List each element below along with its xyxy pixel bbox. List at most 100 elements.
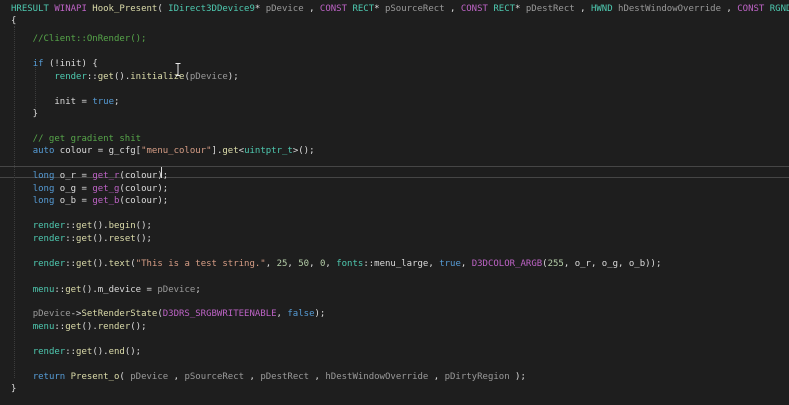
code-token: =: [141, 285, 158, 295]
code-token: (: [157, 4, 169, 14]
code-token: >();: [292, 146, 315, 156]
code-line[interactable]: if (!init) {: [11, 58, 98, 70]
code-line[interactable]: long o_b = get_b(colour);: [11, 195, 169, 207]
code-token: get: [76, 259, 93, 269]
code-line[interactable]: pDevice->SetRenderState(D3DRS_SRGBWRITEE…: [11, 308, 326, 320]
code-token: menu_large: [374, 259, 429, 269]
code-token: ,: [460, 259, 472, 269]
code-token: get_b: [92, 196, 120, 206]
code-token: ,: [444, 4, 461, 14]
code-token: "This is a test string.": [135, 259, 266, 269]
code-line[interactable]: long o_r = get_r(colour);: [11, 170, 169, 182]
code-token: long: [32, 196, 55, 206]
code-token: g_cfg: [108, 146, 136, 156]
code-line[interactable]: auto colour = g_cfg["menu_colour"].get<u…: [11, 145, 315, 157]
code-token: hDestWindowOverride: [618, 4, 721, 14]
code-token: CONST: [460, 4, 494, 14]
code-line[interactable]: render::get().initialize(pDevice);: [11, 71, 238, 83]
code-token: ::: [363, 259, 375, 269]
ibeam-cursor-icon: [175, 63, 181, 76]
code-token: pDevice: [32, 309, 71, 319]
code-token: render: [97, 322, 131, 332]
code-line[interactable]: }: [11, 383, 16, 395]
code-line[interactable]: menu::get().m_device = pDevice;: [11, 284, 201, 296]
code-token: ();: [130, 322, 147, 332]
code-token: ,: [720, 4, 738, 14]
code-token: ;: [195, 285, 201, 295]
code-line[interactable]: {: [11, 15, 16, 27]
code-token: (: [119, 372, 131, 382]
code-token: ();: [124, 347, 142, 357]
code-token: ) {: [81, 59, 98, 69]
code-token: ,: [303, 4, 320, 14]
code-token: ;: [114, 97, 120, 107]
code-token: Present_o: [70, 372, 120, 382]
code-token: ,: [309, 259, 320, 269]
code-token: SetRenderState: [81, 309, 158, 319]
code-token: ();: [135, 234, 152, 244]
code-editor[interactable]: HRESULT WINAPI Hook_Present( IDirect3DDe…: [0, 0, 789, 405]
code-token: ,: [574, 4, 591, 14]
code-token: ,: [309, 372, 326, 382]
code-token: menu: [32, 322, 55, 332]
code-token: (colour);: [119, 184, 169, 194]
code-token: ().: [113, 72, 131, 82]
code-token: ->: [70, 309, 82, 319]
code-token: get_r: [92, 171, 120, 181]
code-line[interactable]: HRESULT WINAPI Hook_Present( IDirect3DDe…: [11, 3, 789, 15]
code-token: *: [254, 4, 266, 14]
code-line[interactable]: return Present_o( pDevice , pSourceRect …: [11, 371, 526, 383]
code-token: ::: [54, 322, 66, 332]
code-line[interactable]: // get gradient shit: [11, 133, 141, 145]
code-token: D3DRS_SRGBWRITEENABLE: [162, 309, 277, 319]
code-token: hDestWindowOverride: [325, 372, 429, 382]
code-line[interactable]: menu::get().render();: [11, 321, 147, 333]
code-token: , o_r, o_g, o_b));: [563, 259, 662, 269]
code-token: ,: [428, 259, 440, 269]
code-token: menu: [32, 285, 55, 295]
code-token: pDestRect: [525, 4, 575, 14]
code-token: ,: [325, 259, 337, 269]
code-line[interactable]: render::get().begin();: [11, 220, 152, 232]
code-token: true: [92, 97, 114, 107]
code-token: );: [314, 309, 326, 319]
code-token: ,: [287, 259, 299, 269]
code-line[interactable]: init = true;: [11, 96, 119, 108]
code-token: ::: [65, 221, 77, 231]
code-token: pSourceRect: [184, 372, 245, 382]
code-token: D3DCOLOR_ARGB: [471, 259, 543, 269]
code-token: ().: [81, 322, 98, 332]
code-token: pSourceRect: [384, 4, 445, 14]
code-token: get: [97, 72, 114, 82]
code-line[interactable]: }: [11, 108, 38, 120]
code-token: get: [65, 322, 82, 332]
code-line[interactable]: render::get().text("This is a test strin…: [11, 258, 662, 270]
code-token: ::: [65, 347, 77, 357]
code-line[interactable]: //Client::OnRender();: [11, 33, 147, 45]
code-token: end: [108, 347, 125, 357]
code-token: ,: [244, 372, 261, 382]
code-line[interactable]: render::get().end();: [11, 346, 141, 358]
code-line[interactable]: long o_g = get_g(colour);: [11, 183, 169, 195]
code-token: HRESULT: [11, 4, 55, 14]
code-token: pDevice: [157, 285, 196, 295]
code-token: render: [32, 234, 66, 244]
code-token: o_b =: [54, 196, 93, 206]
code-token: get: [76, 234, 93, 244]
code-token: ::: [65, 234, 77, 244]
code-token: *: [515, 4, 526, 14]
code-token: //Client::OnRender();: [11, 34, 147, 44]
code-line[interactable]: render::get().reset();: [11, 233, 152, 245]
code-token: RECT: [352, 4, 375, 14]
code-token: render: [54, 72, 87, 82]
code-token: IDirect3DDevice9: [168, 4, 255, 14]
code-token: WINAPI: [54, 4, 93, 14]
code-token: reset: [108, 234, 136, 244]
